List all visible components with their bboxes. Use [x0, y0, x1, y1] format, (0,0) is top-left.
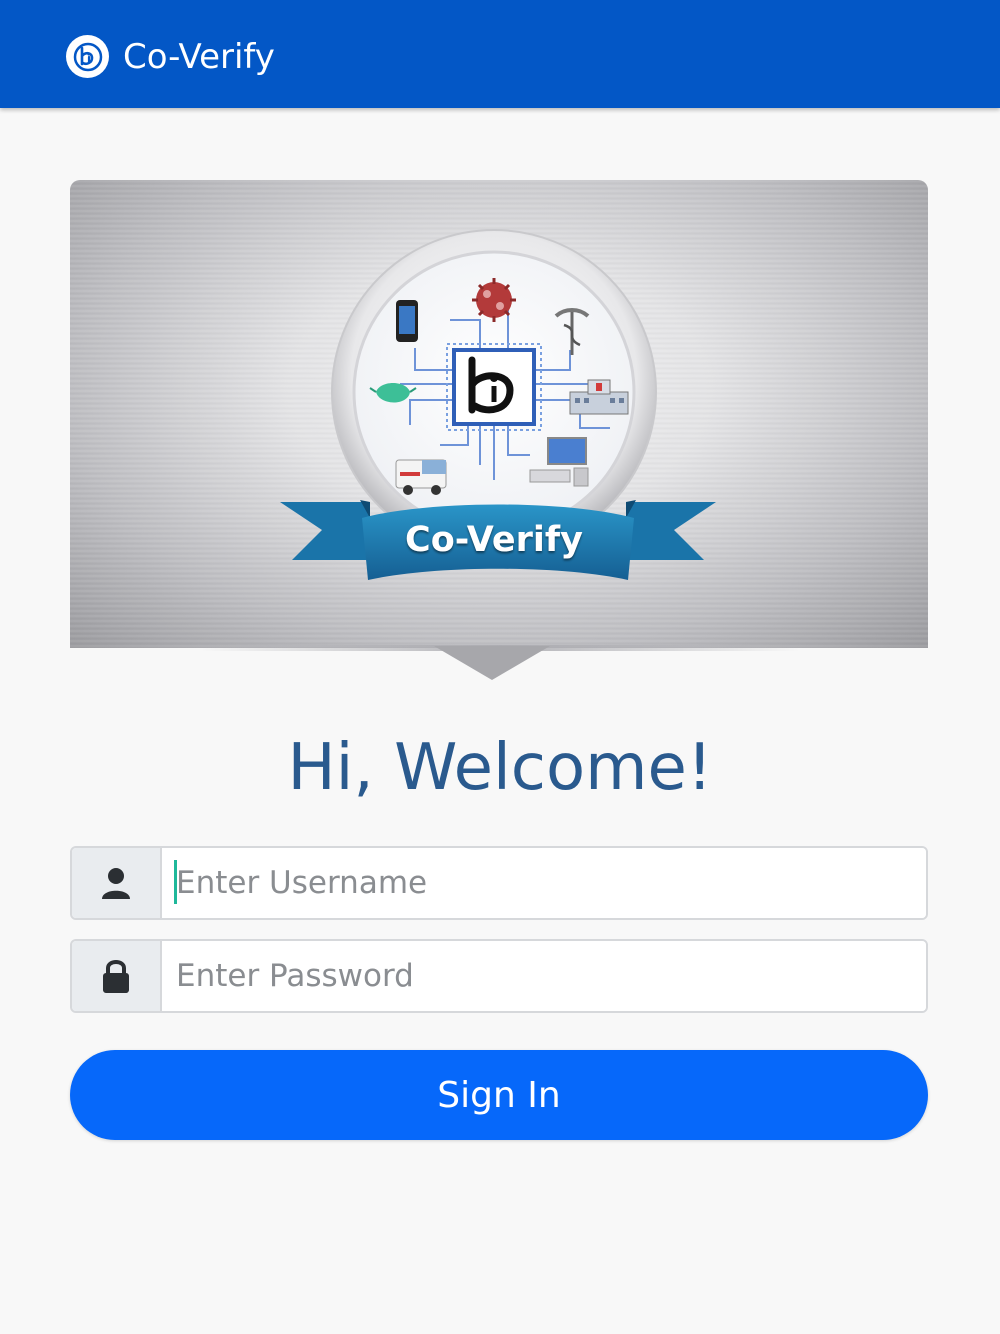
banner-pointer [434, 646, 550, 680]
badge-label: Co-Verify [405, 520, 583, 560]
app-bar: Co-Verify [0, 0, 1000, 108]
username-field-group [70, 846, 928, 920]
password-input[interactable] [162, 941, 926, 1011]
lock-icon [72, 941, 162, 1011]
bi-logo-icon [66, 35, 109, 78]
user-icon [72, 848, 162, 918]
sign-in-button[interactable]: Sign In [70, 1050, 928, 1140]
username-input[interactable] [162, 848, 926, 918]
hero-banner: Co-Verify [70, 180, 928, 648]
badge-illustration [280, 229, 716, 580]
app-title: Co-Verify [123, 37, 275, 77]
text-cursor [174, 860, 177, 904]
password-field-group [70, 939, 928, 1013]
welcome-heading: Hi, Welcome! [287, 731, 713, 805]
phone-icon [396, 300, 418, 342]
